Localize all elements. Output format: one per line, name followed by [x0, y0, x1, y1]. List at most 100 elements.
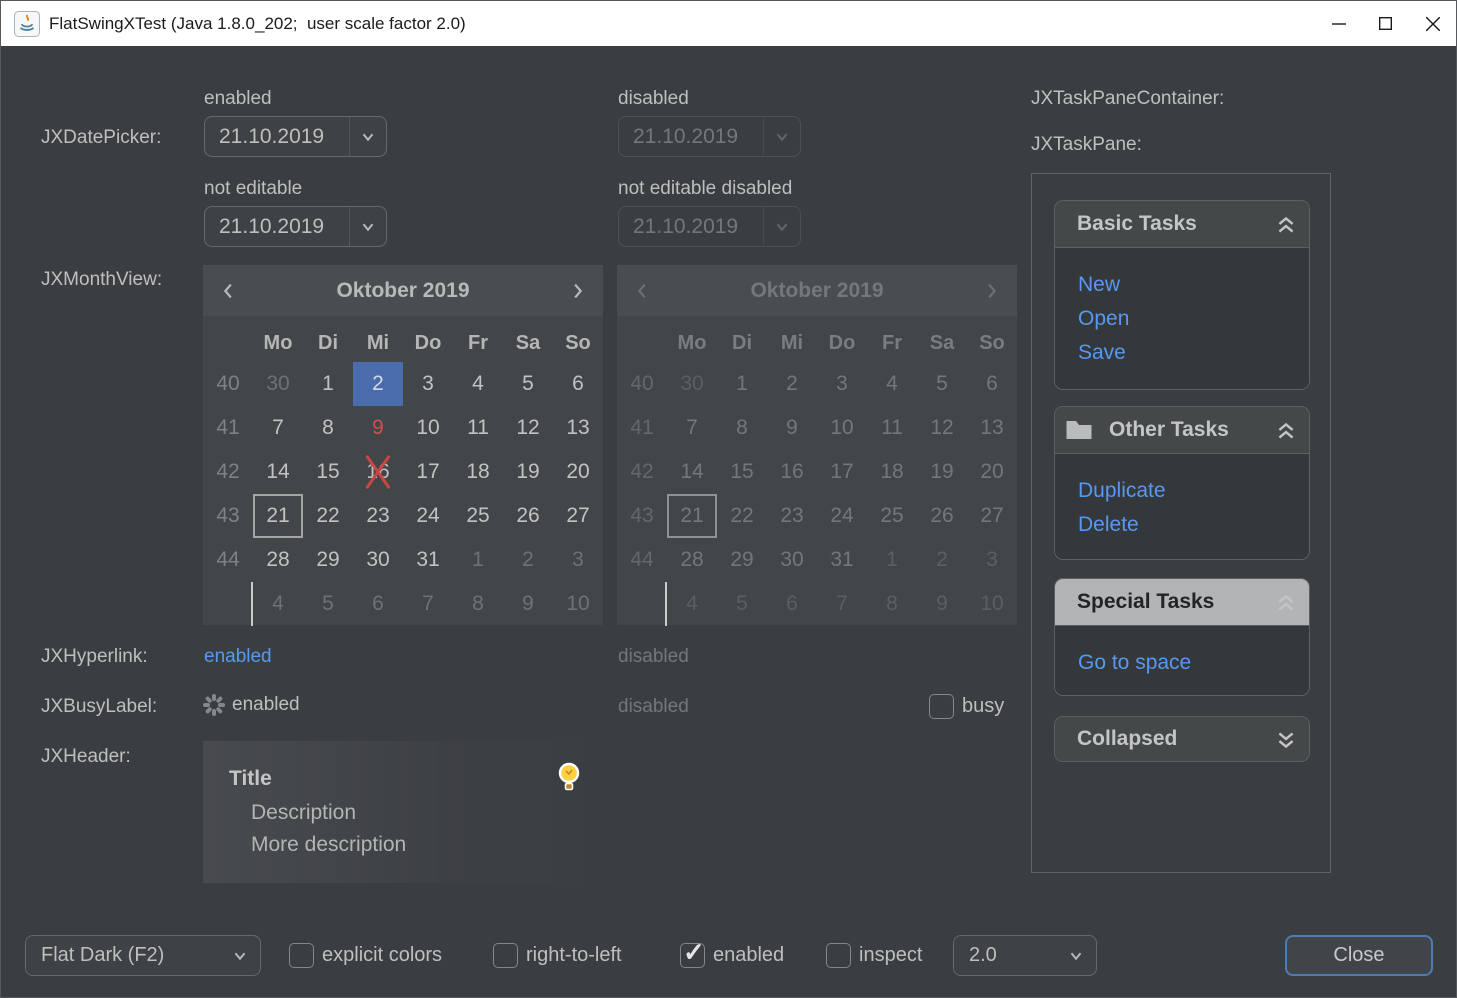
inspect-checkbox-row: inspect	[826, 943, 922, 968]
calendar-day[interactable]: 18	[453, 450, 503, 494]
calendar-day: 9	[767, 406, 817, 450]
calendar-day: 12	[917, 406, 967, 450]
calendar-day[interactable]: 31	[403, 538, 453, 582]
inspect-label: inspect	[859, 944, 922, 967]
taskpane-header[interactable]: Special Tasks	[1055, 579, 1309, 625]
calendar-day[interactable]: 8	[303, 406, 353, 450]
calendar-day[interactable]: 19	[503, 450, 553, 494]
calendar-day[interactable]: 11	[453, 406, 503, 450]
taskpane-header[interactable]: Other Tasks	[1055, 407, 1309, 453]
busy-spinner-icon	[202, 693, 226, 717]
taskpane-item[interactable]: Open	[1078, 302, 1309, 336]
datepicker-enabled[interactable]: 21.10.2019	[204, 116, 387, 157]
calendar-day[interactable]: 14	[253, 450, 303, 494]
taskpane-header[interactable]: Basic Tasks	[1055, 201, 1309, 247]
calendar-day[interactable]: 9	[353, 406, 403, 450]
calendar-day[interactable]: 29	[303, 538, 353, 582]
calendar-day[interactable]: 15	[303, 450, 353, 494]
theme-combobox-value[interactable]: Flat Dark (F2)	[26, 936, 220, 975]
chevron-down-icon[interactable]	[349, 207, 386, 246]
calendar-day[interactable]: 23	[353, 494, 403, 538]
taskpane-title: Collapsed	[1077, 717, 1177, 761]
calendar-day[interactable]: 22	[303, 494, 353, 538]
taskpane-item[interactable]: New	[1078, 268, 1309, 302]
calendar-day[interactable]: 30	[353, 538, 403, 582]
calendar-day[interactable]: 25	[453, 494, 503, 538]
datepicker-value: 21.10.2019	[619, 207, 763, 246]
calendar-day[interactable]: 10	[553, 582, 603, 626]
calendar-day[interactable]: 30	[253, 362, 303, 406]
calendar-day[interactable]: 5	[303, 582, 353, 626]
calendar-week-row: 4030123456	[617, 362, 1017, 406]
calendar-day[interactable]: 21	[253, 494, 303, 538]
calendar-day[interactable]: 6	[553, 362, 603, 406]
taskpane-item[interactable]: Save	[1078, 336, 1309, 370]
enabled-checkbox[interactable]	[680, 943, 705, 968]
datepicker-noteditable-disabled-caption: not editable disabled	[618, 178, 792, 200]
previous-month-icon[interactable]	[216, 278, 242, 304]
calendar-day: 8	[867, 582, 917, 626]
datepicker-value[interactable]: 21.10.2019	[205, 207, 349, 246]
calendar-day[interactable]: 4	[253, 582, 303, 626]
calendar-day[interactable]: 20	[553, 450, 603, 494]
calendar-day[interactable]: 28	[253, 538, 303, 582]
calendar-day[interactable]: 17	[403, 450, 453, 494]
calendar-day: 14	[667, 450, 717, 494]
calendar-day[interactable]: 16	[353, 450, 403, 494]
calendar-day: 23	[767, 494, 817, 538]
busy-checkbox[interactable]	[929, 694, 954, 719]
next-month-icon[interactable]	[564, 278, 590, 304]
calendar-week-row: 4428293031123	[203, 538, 603, 582]
calendar-day[interactable]: 3	[403, 362, 453, 406]
calendar-day[interactable]: 7	[253, 406, 303, 450]
close-button[interactable]: Close	[1285, 935, 1433, 976]
calendar-day[interactable]: 6	[353, 582, 403, 626]
explicit-colors-checkbox[interactable]	[289, 943, 314, 968]
taskpane-item[interactable]: Duplicate	[1078, 474, 1309, 508]
hyperlink-enabled[interactable]: enabled	[204, 646, 272, 668]
calendar-day[interactable]: 12	[503, 406, 553, 450]
calendar-day[interactable]: 3	[553, 538, 603, 582]
calendar-day[interactable]: 13	[553, 406, 603, 450]
calendar-day[interactable]: 2	[353, 362, 403, 406]
calendar-day[interactable]: 5	[503, 362, 553, 406]
week-number: 42	[617, 450, 667, 494]
calendar-day[interactable]: 10	[403, 406, 453, 450]
calendar-day[interactable]: 4	[453, 362, 503, 406]
minimize-button[interactable]	[1315, 1, 1362, 46]
calendar-day[interactable]: 7	[403, 582, 453, 626]
calendar-day: 5	[717, 582, 767, 626]
scale-combobox-value[interactable]: 2.0	[954, 936, 1056, 975]
calendar-day[interactable]: 9	[503, 582, 553, 626]
calendar-day[interactable]: 27	[553, 494, 603, 538]
taskpane-item[interactable]: Delete	[1078, 508, 1309, 542]
taskpane-item[interactable]: Go to space	[1078, 646, 1309, 680]
enabled-checkbox-row: enabled	[680, 943, 784, 968]
chevron-down-icon[interactable]	[1056, 936, 1096, 975]
scale-combobox[interactable]: 2.0	[953, 935, 1097, 976]
inspect-checkbox[interactable]	[826, 943, 851, 968]
chevron-down-icon[interactable]	[349, 117, 386, 156]
chevron-down-icon[interactable]	[220, 936, 260, 975]
calendar-day: 25	[867, 494, 917, 538]
theme-combobox[interactable]: Flat Dark (F2)	[25, 935, 261, 976]
collapse-chevron-up-icon[interactable]	[1275, 420, 1297, 442]
expand-chevron-down-icon[interactable]	[1275, 729, 1297, 751]
datepicker-value[interactable]: 21.10.2019	[205, 117, 349, 156]
calendar-day[interactable]: 24	[403, 494, 453, 538]
collapse-chevron-up-icon[interactable]	[1275, 592, 1297, 614]
calendar-day[interactable]: 26	[503, 494, 553, 538]
maximize-button[interactable]	[1362, 1, 1409, 46]
calendar-day[interactable]: 2	[503, 538, 553, 582]
calendar-day[interactable]: 1	[303, 362, 353, 406]
calendar-day: 18	[867, 450, 917, 494]
right-to-left-checkbox[interactable]	[493, 943, 518, 968]
calendar-day[interactable]: 8	[453, 582, 503, 626]
calendar-day[interactable]: 1	[453, 538, 503, 582]
close-window-button[interactable]	[1409, 1, 1456, 46]
taskpane-header[interactable]: Collapsed	[1055, 717, 1309, 761]
week-number: 44	[203, 538, 253, 582]
datepicker-not-editable[interactable]: 21.10.2019	[204, 206, 387, 247]
collapse-chevron-up-icon[interactable]	[1275, 214, 1297, 236]
jxheader-more-description: More description	[251, 833, 406, 857]
